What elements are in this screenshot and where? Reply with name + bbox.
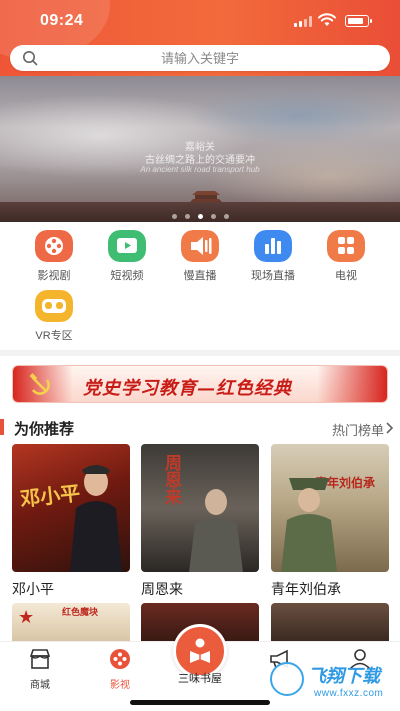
movie-poster[interactable]: 邓小平 [12, 444, 130, 572]
bar-chart-icon [254, 230, 292, 262]
banner-english-subtitle: An ancient silk road transport hub [140, 165, 260, 174]
category-label: 现场直播 [251, 270, 295, 282]
movie-title: 邓小平 [12, 581, 54, 597]
vr-goggles-icon [35, 290, 73, 322]
chevron-right-icon[interactable] [384, 421, 394, 435]
hot-list-link[interactable]: 热门榜单 [332, 420, 384, 439]
category-short-video[interactable]: 短视频 [97, 230, 157, 283]
movie-card[interactable]: 周恩来 周恩来 [141, 444, 259, 599]
store-icon [29, 649, 51, 669]
movie-card-partial[interactable] [271, 603, 389, 641]
play-icon [108, 230, 146, 262]
carousel-dot[interactable] [210, 214, 216, 219]
watermark-url: www.fxxz.com [314, 688, 384, 699]
category-label: 短视频 [110, 270, 144, 282]
book-reader-icon [190, 638, 210, 663]
movie-title: 周恩来 [141, 581, 183, 597]
search-bar[interactable] [10, 45, 390, 71]
nav-label: 商城 [30, 680, 50, 691]
carousel-dot-active[interactable] [197, 214, 203, 219]
banner-subtitle: 古丝绸之路上的交通要冲 [145, 155, 255, 166]
nav-store[interactable]: 商城 [10, 648, 70, 691]
movie-card[interactable]: 邓小平 邓小平 [12, 444, 130, 599]
category-label: VR专区 [35, 330, 73, 342]
slogan-decoration [317, 366, 387, 402]
wifi-icon [318, 13, 336, 26]
party-history-banner[interactable]: 党史学习教育—红色经典 [12, 365, 388, 403]
watermark-icon [270, 662, 304, 696]
search-icon [23, 51, 38, 66]
search-input[interactable] [50, 45, 350, 71]
nav-film[interactable]: 影视 [90, 648, 150, 691]
carousel-dot[interactable] [184, 214, 190, 219]
nav-label: 影视 [110, 680, 130, 691]
slogan-text: 党史学习教育—红色经典 [83, 378, 292, 399]
movie-card-partial[interactable]: 红色魔块 ★ [12, 603, 130, 641]
header: 09:24 [0, 0, 400, 76]
category-label: 电视 [335, 270, 357, 282]
tv-grid-icon [327, 230, 365, 262]
carousel-dots [0, 206, 400, 222]
film-reel-icon [110, 649, 130, 669]
category-tv[interactable]: 电视 [316, 230, 376, 283]
home-indicator [130, 700, 270, 705]
star-icon: ★ [18, 607, 35, 627]
signal-icon [294, 16, 312, 27]
portrait-image [70, 465, 122, 572]
category-film-series[interactable]: 影视剧 [24, 230, 84, 283]
section-divider [0, 350, 400, 356]
movie-poster[interactable]: 周恩来 [141, 444, 259, 572]
watermark-title: 飞翔下载 [308, 666, 380, 686]
status-time: 09:24 [40, 12, 84, 29]
category-live-broadcast[interactable]: 现场直播 [243, 230, 303, 283]
nav-label[interactable]: 三味书屋 [160, 670, 240, 686]
portrait-image [189, 489, 243, 572]
watermark-logo: 飞翔下载 www.fxxz.com [270, 660, 394, 708]
poster-title: 红色魔块 [62, 607, 99, 617]
portrait-image [281, 478, 337, 572]
movie-title: 青年刘伯承 [271, 581, 341, 597]
broadcast-icon [181, 230, 219, 262]
hero-banner[interactable]: 嘉峪关 古丝绸之路上的交通要冲 An ancient silk road tra… [0, 76, 400, 222]
section-title: 为你推荐 [14, 421, 75, 438]
category-label: 慢直播 [183, 270, 217, 282]
category-label: 影视剧 [37, 270, 71, 282]
category-slow-live[interactable]: 慢直播 [170, 230, 230, 283]
battery-icon [345, 15, 372, 27]
hammer-sickle-icon [29, 373, 50, 395]
app-screen: 09:24 嘉峪关 古丝绸之路上的交通要冲 An ancient silk ro… [0, 0, 400, 711]
film-reel-icon [35, 230, 73, 262]
section-accent-bar [0, 419, 4, 435]
carousel-dot[interactable] [171, 214, 177, 219]
category-vr[interactable]: VR专区 [24, 290, 84, 343]
movie-card[interactable]: 青年刘伯承 青年刘伯承 [271, 444, 389, 599]
movie-poster[interactable]: 青年刘伯承 [271, 444, 389, 572]
carousel-dot[interactable] [223, 214, 229, 219]
